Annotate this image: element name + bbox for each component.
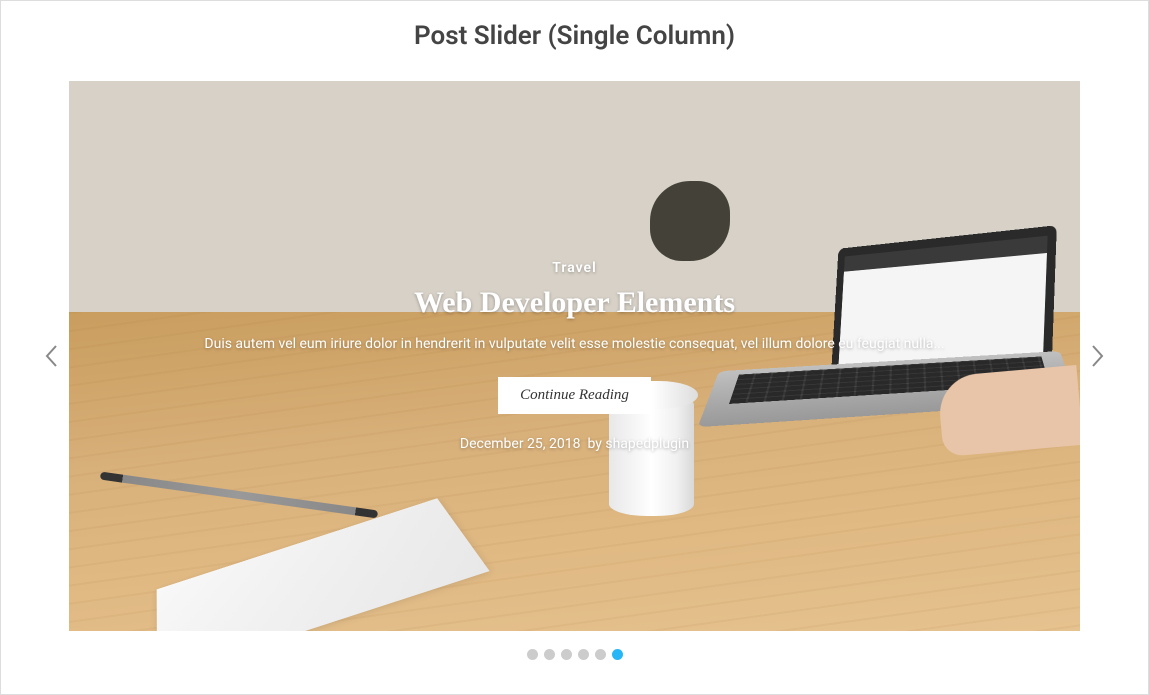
pagination-dot-4[interactable]: [578, 649, 589, 660]
next-arrow[interactable]: [1088, 336, 1108, 376]
continue-reading-button[interactable]: Continue Reading: [498, 377, 651, 414]
chevron-left-icon: [44, 344, 58, 368]
prev-arrow[interactable]: [41, 336, 61, 376]
slide-overlay: Travel Web Developer Elements Duis autem…: [124, 260, 1024, 452]
post-meta: December 25, 2018 by shapedplugin: [204, 436, 944, 452]
post-category[interactable]: Travel: [204, 260, 944, 276]
pagination-dot-3[interactable]: [561, 649, 572, 660]
slide: Travel Web Developer Elements Duis autem…: [69, 81, 1080, 631]
pagination-dot-1[interactable]: [527, 649, 538, 660]
chevron-right-icon: [1091, 344, 1105, 368]
post-date: December 25, 2018: [460, 436, 581, 452]
slider-container: Post Slider (Single Column): [0, 0, 1149, 695]
by-label: by: [587, 436, 601, 452]
section-title: Post Slider (Single Column): [41, 21, 1108, 51]
post-title[interactable]: Web Developer Elements: [204, 286, 944, 320]
pagination-dot-2[interactable]: [544, 649, 555, 660]
pagination-dot-6[interactable]: [612, 649, 623, 660]
pagination-dot-5[interactable]: [595, 649, 606, 660]
pagination-dots: [41, 649, 1108, 660]
slider-wrapper: Travel Web Developer Elements Duis autem…: [41, 81, 1108, 631]
post-excerpt: Duis autem vel eum iriure dolor in hendr…: [204, 334, 944, 355]
post-author[interactable]: shapedplugin: [605, 436, 689, 452]
